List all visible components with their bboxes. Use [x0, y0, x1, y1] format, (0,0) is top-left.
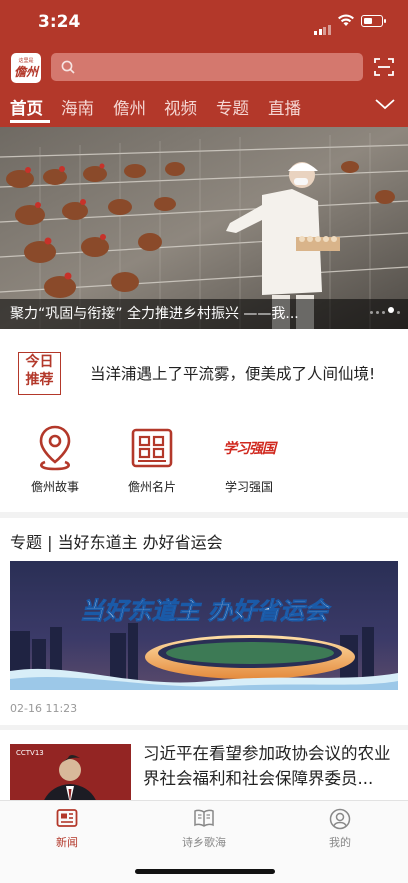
carousel-dot-active [388, 306, 394, 313]
news-list-item[interactable]: CCTV13 习近平在看望参加政协会议的农业界社会福利和社会保障界委员... [0, 730, 408, 800]
wifi-icon [338, 14, 354, 26]
topic-image-text: 当好东道主 办好省运会 [80, 597, 332, 625]
topic-image[interactable]: 当好东道主 办好省运会 [10, 561, 398, 690]
status-time: 3:24 [38, 12, 81, 32]
today-recommend-badge: 今日 推荐 [18, 352, 61, 395]
news-thumbnail-image: CCTV13 [10, 744, 131, 800]
tabbar-poetry[interactable]: 诗乡歌海 [159, 808, 249, 850]
carousel-dot [376, 311, 379, 314]
topic-section-title[interactable]: 专题 | 当好东道主 办好省运会 [10, 529, 223, 553]
banner-caption: 聚力“巩固与衔接” 全力推进乡村振兴 ——我... [10, 306, 299, 322]
quick-links: 儋州故事 儋州名片 学习强国 学习强国 [0, 422, 408, 512]
card-grid-icon [131, 428, 173, 468]
quick-link-xuexi[interactable]: 学习强国 学习强国 [204, 422, 294, 495]
carousel-dot [397, 311, 400, 314]
quick-link-label: 儋州名片 [127, 480, 176, 494]
tab-home[interactable]: 首页 [10, 95, 43, 119]
quick-link-label: 儋州故事 [30, 480, 79, 494]
quick-link-danzhou-card[interactable]: 儋州名片 [107, 422, 197, 495]
tabbar-label: 新闻 [56, 836, 78, 849]
search-icon [61, 60, 75, 74]
news-title[interactable]: 习近平在看望参加政协会议的农业界社会福利和社会保障界委员... [143, 741, 399, 791]
today-recommend[interactable]: 今日 推荐 当洋浦遇上了平流雾，便美成了人间仙境! [0, 329, 408, 422]
app-logo[interactable]: 这里是 儋州 [11, 53, 41, 83]
quick-link-label: 学习强国 [224, 480, 273, 494]
tab-topics[interactable]: 专题 [216, 95, 249, 119]
tab-danzhou[interactable]: 儋州 [113, 95, 146, 119]
carousel-dots [367, 299, 400, 318]
news-thumbnail: CCTV13 [10, 744, 131, 800]
chevron-down-icon[interactable] [374, 97, 396, 111]
home-indicator[interactable] [135, 869, 275, 874]
carousel-dot [370, 311, 373, 314]
battery-icon [361, 15, 386, 27]
book-icon [194, 809, 214, 827]
topic-date: 02-16 11:23 [10, 702, 78, 715]
tabbar-mine[interactable]: 我的 [295, 808, 385, 850]
search-input[interactable] [81, 57, 355, 79]
news-thumb-badge: CCTV13 [16, 749, 44, 757]
banner-carousel[interactable]: 聚力“巩固与衔接” 全力推进乡村振兴 ——我... [0, 127, 408, 329]
badge-line-1: 今日 [25, 354, 54, 370]
news-icon [56, 809, 78, 827]
active-tab-indicator [10, 120, 50, 123]
today-headline[interactable]: 当洋浦遇上了平流雾，便美成了人间仙境! [90, 362, 375, 384]
app-header: 3:24 这里是 儋州 首页 海南 儋州 视频 专题 直播 [0, 0, 408, 127]
topic-stadium-image: 当好东道主 办好省运会 [10, 561, 398, 690]
location-pin-icon [39, 425, 71, 471]
carousel-dot [382, 311, 385, 314]
tab-hainan[interactable]: 海南 [61, 95, 94, 119]
xuexi-logo: 学习强国 [223, 441, 276, 457]
tab-live[interactable]: 直播 [268, 95, 301, 119]
quick-link-danzhou-story[interactable]: 儋州故事 [10, 422, 100, 495]
channel-tabs: 首页 海南 儋州 视频 专题 直播 [0, 93, 408, 125]
status-bar: 3:24 [0, 0, 408, 46]
section-divider [0, 512, 408, 518]
signal-icon [314, 16, 332, 35]
tab-video[interactable]: 视频 [164, 95, 197, 119]
tabbar-news[interactable]: 新闻 [22, 808, 112, 850]
search-bar[interactable] [51, 53, 363, 81]
user-icon [329, 808, 351, 830]
scan-icon[interactable] [374, 57, 394, 77]
tabbar-label: 我的 [329, 836, 351, 849]
badge-line-2: 推荐 [25, 372, 54, 388]
tabbar-label: 诗乡歌海 [182, 836, 226, 849]
logo-main-text: 儋州 [13, 65, 38, 79]
